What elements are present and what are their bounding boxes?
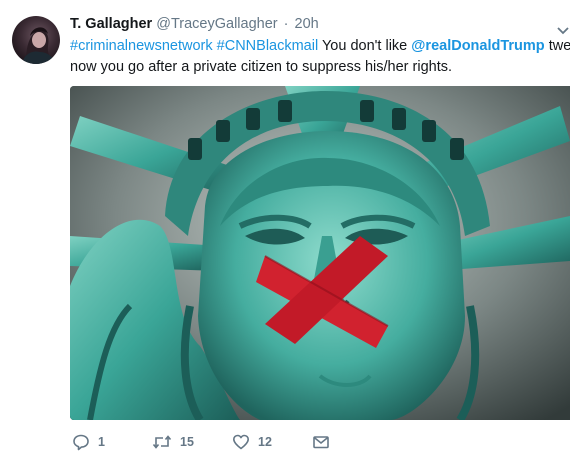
like-button[interactable]: 12	[232, 430, 272, 454]
direct-message-button[interactable]	[312, 430, 330, 454]
hashtag-criminalnewsnetwork[interactable]: #criminalnewsnetwork	[70, 38, 213, 54]
tweet: T. Gallagher @TraceyGallagher · 20h #cri…	[0, 0, 570, 464]
like-count: 12	[258, 435, 272, 449]
tweet-media-image[interactable]	[70, 86, 570, 420]
tweet-text-part-2: tweets	[548, 38, 570, 54]
tweet-text-part-1: You don't like	[318, 38, 412, 54]
reply-button[interactable]: 1	[72, 430, 105, 454]
avatar-photo	[22, 27, 56, 64]
tweet-text-line-1: #criminalnewsnetwork #CNNBlackmail You d…	[70, 36, 570, 57]
retweet-button[interactable]: 15	[152, 430, 194, 454]
heart-icon	[232, 433, 250, 451]
envelope-icon	[312, 433, 330, 451]
header-separator: ·	[283, 16, 289, 32]
hashtag-cnnblackmail[interactable]: #CNNBlackmail	[217, 38, 319, 54]
mention-realdonaldtrump[interactable]: @realDonaldTrump	[411, 38, 544, 54]
tweet-timestamp[interactable]: 20h	[295, 16, 319, 32]
tweet-actions: 1 15 12	[70, 430, 550, 454]
tweet-header: T. Gallagher @TraceyGallagher · 20h	[70, 14, 570, 35]
author-handle[interactable]: @TraceyGallagher	[156, 16, 277, 32]
retweet-icon	[152, 433, 172, 451]
reply-count: 1	[98, 435, 105, 449]
retweet-count: 15	[180, 435, 194, 449]
author-name[interactable]: T. Gallagher	[70, 16, 152, 32]
chevron-down-icon[interactable]	[556, 22, 570, 35]
tweet-text-line-2: now you go after a private citizen to su…	[70, 59, 453, 75]
reply-icon	[72, 433, 90, 451]
author-avatar[interactable]	[12, 16, 60, 64]
tweet-text: #criminalnewsnetwork #CNNBlackmail You d…	[70, 36, 570, 78]
